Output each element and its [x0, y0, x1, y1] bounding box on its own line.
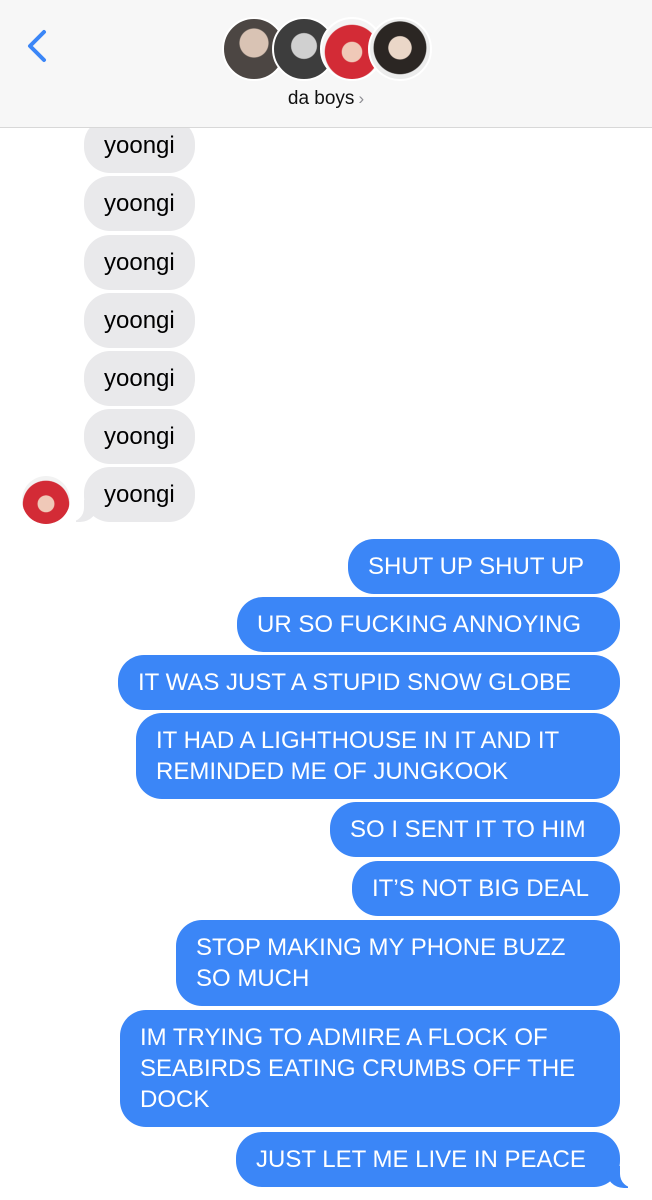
- group-name-label: da boys: [287, 88, 355, 109]
- bubble-tail: [606, 1160, 636, 1188]
- outgoing-message[interactable]: IM TRYING TO ADMIRE A FLOCK OF SEABIRDS …: [120, 1010, 620, 1127]
- group-name-button[interactable]: da boys ›: [0, 88, 652, 110]
- outgoing-message[interactable]: JUST LET ME LIVE IN PEACE: [236, 1132, 620, 1187]
- group-avatars[interactable]: [0, 0, 652, 90]
- incoming-message[interactable]: yoongi: [84, 351, 195, 406]
- outgoing-message[interactable]: IT WAS JUST A STUPID SNOW GLOBE: [118, 655, 620, 710]
- incoming-message[interactable]: yoongi: [84, 293, 195, 348]
- chevron-right-icon: ›: [358, 89, 365, 108]
- sender-avatar[interactable]: [22, 476, 70, 524]
- outgoing-message[interactable]: IT HAD A LIGHTHOUSE IN IT AND IT REMINDE…: [136, 713, 620, 799]
- outgoing-message[interactable]: IT’S NOT BIG DEAL: [352, 861, 620, 916]
- incoming-message[interactable]: yoongi: [84, 235, 195, 290]
- outgoing-message[interactable]: SHUT UP SHUT UP: [348, 539, 620, 594]
- outgoing-message[interactable]: UR SO FUCKING ANNOYING: [237, 597, 620, 652]
- incoming-message[interactable]: yoongi: [84, 467, 195, 522]
- avatar: [368, 17, 432, 81]
- bubble-tail: [68, 494, 98, 522]
- incoming-message[interactable]: yoongi: [84, 409, 195, 464]
- outgoing-message[interactable]: SO I SENT IT TO HIM: [330, 802, 620, 857]
- outgoing-message[interactable]: STOP MAKING MY PHONE BUZZ SO MUCH: [176, 920, 620, 1006]
- conversation-header: da boys ›: [0, 0, 652, 128]
- incoming-message[interactable]: yoongi: [84, 176, 195, 231]
